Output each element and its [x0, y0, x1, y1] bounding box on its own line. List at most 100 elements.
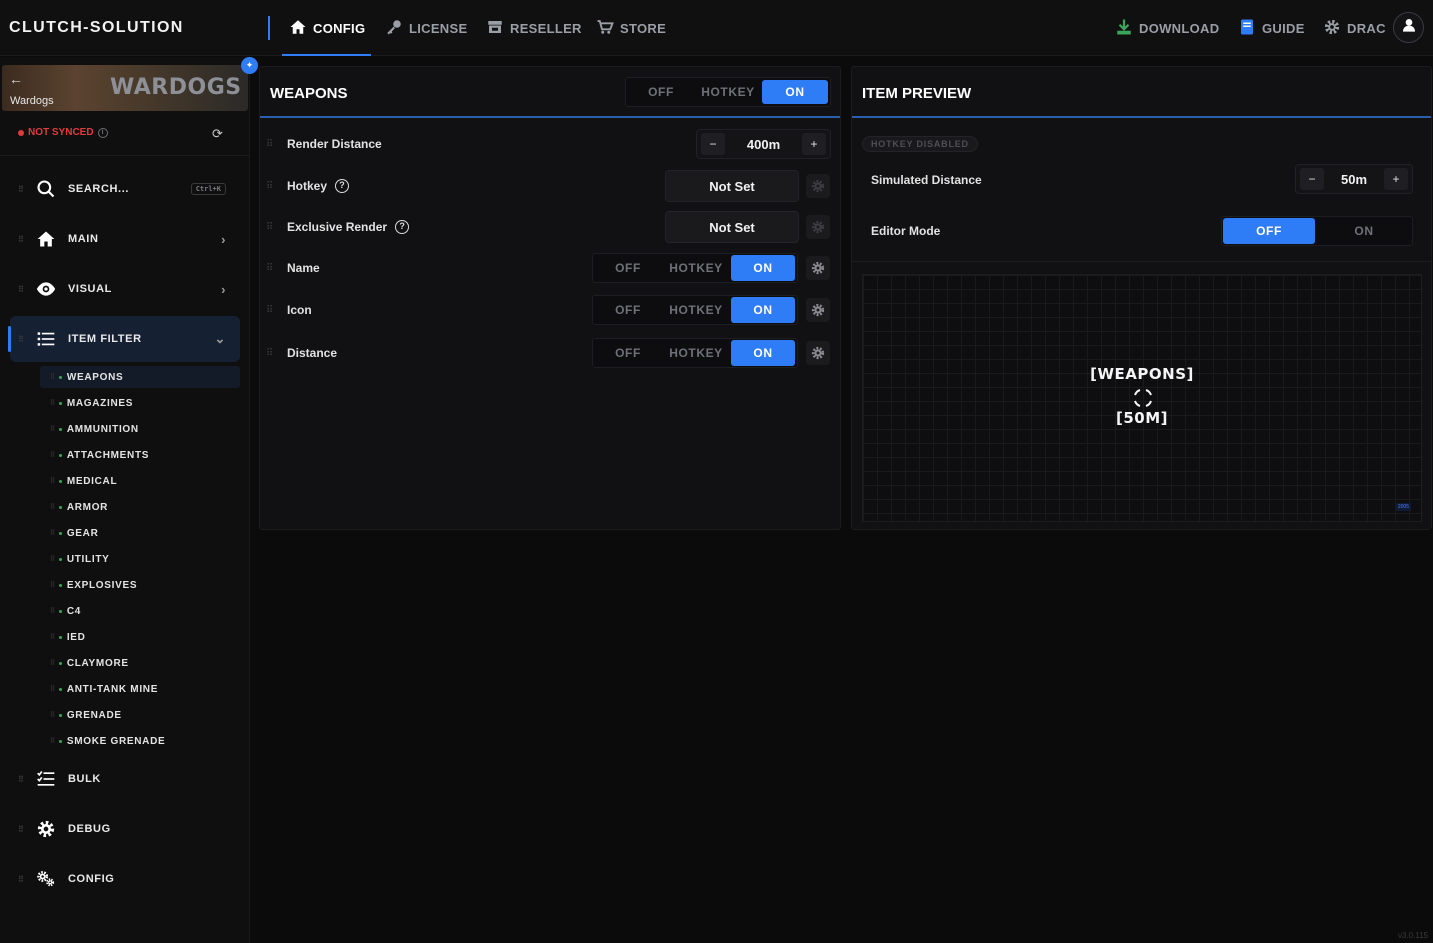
editor-mode-toggle[interactable]: OFF ON — [1221, 216, 1413, 246]
toggle-on[interactable]: ON — [731, 340, 795, 366]
toggle-hotkey[interactable]: HOTKEY — [663, 339, 729, 367]
help-icon[interactable]: ? — [335, 179, 350, 193]
tab-config[interactable]: CONFIG — [282, 0, 371, 56]
sidebar-item-debug[interactable]: ⠿ DEBUG — [10, 806, 240, 852]
subitem-medical[interactable]: ⠿ MEDICAL — [40, 470, 240, 492]
weapons-master-toggle[interactable]: OFF HOTKEY ON — [625, 77, 831, 107]
pin-icon[interactable]: ✦ — [241, 57, 258, 74]
sidebar-item-main[interactable]: ⠿ MAIN › — [10, 216, 240, 262]
subitem-smoke-grenade[interactable]: ⠿ SMOKE GRENADE — [40, 730, 240, 752]
subitem-label: C4 — [66, 605, 82, 617]
subitem-explosives[interactable]: ⠿ EXPLOSIVES — [40, 574, 240, 596]
decrement-button[interactable]: − — [701, 133, 725, 155]
drag-handle-icon: ⠿ — [18, 184, 25, 194]
render-distance-value[interactable]: 400m — [729, 137, 798, 152]
name-toggle[interactable]: OFF HOTKEY ON — [592, 253, 798, 283]
gear-icon[interactable] — [806, 341, 830, 365]
toggle-hotkey[interactable]: HOTKEY — [696, 78, 760, 106]
sidebar-item-visual[interactable]: ⠿ VISUAL › — [10, 266, 240, 312]
subitem-c4[interactable]: ⠿ C4 — [40, 600, 240, 622]
gear-icon[interactable] — [806, 215, 830, 239]
increment-button[interactable]: + — [802, 133, 826, 155]
sidebar-item-bulk[interactable]: ⠿ BULK — [10, 756, 240, 802]
toggle-on[interactable]: ON — [1316, 217, 1412, 245]
tab-store[interactable]: STORE — [596, 0, 666, 56]
toggle-on[interactable]: ON — [762, 80, 828, 104]
toggle-hotkey[interactable]: HOTKEY — [663, 254, 729, 282]
drag-handle-icon: ⠿ — [18, 774, 25, 784]
bullet-dot — [58, 427, 62, 431]
toggle-off[interactable]: OFF — [593, 254, 663, 282]
subitem-magazines[interactable]: ⠿ MAGAZINES — [40, 392, 240, 414]
simulated-distance-value[interactable]: 50m — [1328, 172, 1380, 187]
editor-mode-label: Editor Mode — [871, 224, 941, 238]
decrement-button[interactable]: − — [1300, 168, 1324, 190]
guide-button[interactable]: GUIDE — [1238, 0, 1305, 56]
increment-button[interactable]: + — [1384, 168, 1408, 190]
simulated-distance-stepper[interactable]: − 50m + — [1295, 164, 1413, 194]
search-icon — [34, 177, 58, 201]
toggle-off[interactable]: OFF — [593, 296, 663, 324]
toggle-off[interactable]: OFF — [626, 78, 696, 106]
search-button[interactable]: ⠿ SEARCH... Ctrl+K — [10, 166, 240, 212]
drag-handle-icon: ⠿ — [18, 234, 25, 244]
bullet-dot — [58, 583, 62, 587]
setting-label: Render Distance — [287, 137, 382, 151]
distance-toggle[interactable]: OFF HOTKEY ON — [592, 338, 798, 368]
drag-handle-icon: ⠿ — [50, 738, 56, 745]
info-icon[interactable]: i — [97, 127, 108, 138]
avatar[interactable] — [1393, 12, 1424, 43]
account-settings-button[interactable]: DRAC — [1323, 0, 1386, 56]
subitem-label: UTILITY — [66, 553, 110, 565]
subitem-claymore[interactable]: ⠿ CLAYMORE — [40, 652, 240, 674]
tab-reseller[interactable]: RESELLER — [486, 0, 582, 56]
preview-canvas[interactable]: [WEAPONS] [50M] 2005 — [862, 274, 1422, 522]
bullet-dot — [58, 375, 62, 379]
hotkey-bind-button[interactable]: Not Set — [665, 170, 799, 202]
help-icon[interactable]: ? — [395, 220, 410, 234]
icon-toggle[interactable]: OFF HOTKEY ON — [592, 295, 798, 325]
weapons-panel: WEAPONS OFF HOTKEY ON ⠿ Render Distance … — [259, 66, 841, 530]
drag-handle-icon: ⠿ — [266, 347, 274, 359]
toggle-off[interactable]: OFF — [1223, 218, 1315, 244]
drag-handle-icon: ⠿ — [266, 304, 274, 316]
checklist-icon — [34, 767, 58, 791]
game-logo: WARDOGS — [110, 75, 242, 100]
subitem-anti-tank-mine[interactable]: ⠿ ANTI-TANK MINE — [40, 678, 240, 700]
subitem-ied[interactable]: ⠿ IED — [40, 626, 240, 648]
gear-icon — [34, 817, 58, 841]
drag-handle-icon: ⠿ — [50, 478, 56, 485]
sidebar-item-label: MAIN — [68, 233, 99, 245]
toggle-off[interactable]: OFF — [593, 339, 663, 367]
download-button[interactable]: DOWNLOAD — [1115, 0, 1219, 56]
sidebar-item-config[interactable]: ⠿ CONFIG — [10, 856, 240, 902]
subitem-label: GEAR — [66, 527, 99, 539]
chevron-right-icon: › — [221, 231, 226, 247]
name-label: Name — [287, 261, 320, 275]
refresh-icon[interactable]: ⟳ — [212, 126, 223, 142]
toggle-hotkey[interactable]: HOTKEY — [663, 296, 729, 324]
back-arrow-icon[interactable]: ← — [9, 71, 23, 87]
subitem-attachments[interactable]: ⠿ ATTACHMENTS — [40, 444, 240, 466]
book-icon — [1238, 18, 1256, 39]
sync-status-label: NOT SYNCED — [28, 127, 94, 138]
subitem-grenade[interactable]: ⠿ GRENADE — [40, 704, 240, 726]
gear-icon[interactable] — [806, 298, 830, 322]
sidebar-item-item-filter[interactable]: ⠿ ITEM FILTER ⌄ — [8, 316, 240, 362]
tab-license[interactable]: LICENSE — [385, 0, 467, 56]
subitem-ammunition[interactable]: ⠿ AMMUNITION — [40, 418, 240, 440]
game-banner[interactable]: ← Wardogs WARDOGS — [2, 65, 248, 111]
preview-item-distance: [50M] — [1115, 409, 1168, 427]
toggle-on[interactable]: ON — [731, 255, 795, 281]
render-distance-stepper[interactable]: − 400m + — [696, 129, 831, 159]
gear-icon[interactable] — [806, 256, 830, 280]
distance-label: Distance — [287, 346, 338, 360]
subitem-weapons[interactable]: ⠿ WEAPONS — [40, 366, 240, 388]
gear-icon[interactable] — [806, 174, 830, 198]
exclusive-render-bind-button[interactable]: Not Set — [665, 211, 799, 243]
subitem-gear[interactable]: ⠿ GEAR — [40, 522, 240, 544]
drag-handle-icon: ⠿ — [50, 452, 56, 459]
toggle-on[interactable]: ON — [731, 297, 795, 323]
subitem-utility[interactable]: ⠿ UTILITY — [40, 548, 240, 570]
subitem-armor[interactable]: ⠿ ARMOR — [40, 496, 240, 518]
